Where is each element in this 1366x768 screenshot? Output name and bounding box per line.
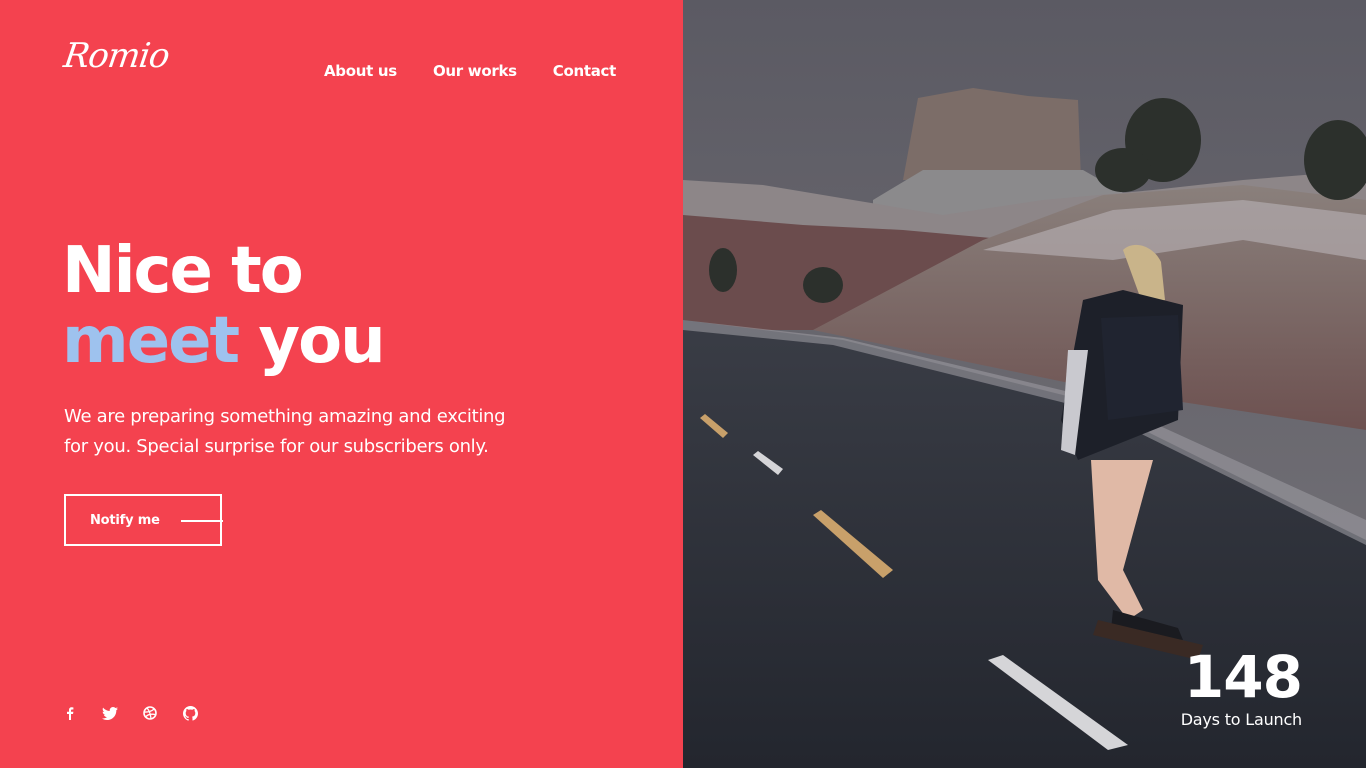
- nav-our-works[interactable]: Our works: [433, 62, 517, 80]
- brand-logo[interactable]: Romio: [61, 36, 171, 76]
- hero-photo: 148 Days to Launch: [683, 0, 1366, 768]
- main-nav: About us Our works Contact: [324, 62, 616, 80]
- hero-description: We are preparing something amazing and e…: [64, 406, 506, 457]
- facebook-icon[interactable]: [62, 705, 78, 721]
- headline-line-1: Nice to: [62, 234, 304, 308]
- twitter-icon[interactable]: [102, 705, 118, 721]
- countdown-label: Days to Launch: [1180, 710, 1303, 729]
- countdown: 148 Days to Launch: [1180, 643, 1303, 729]
- github-icon[interactable]: [182, 705, 198, 721]
- arrow-line-icon: [181, 520, 223, 522]
- headline-accent-word: meet: [62, 304, 240, 378]
- headline-line-2: meet you: [62, 304, 386, 378]
- social-links: [62, 705, 198, 721]
- left-panel: Romio About us Our works Contact Nice to…: [0, 0, 683, 768]
- dribbble-icon[interactable]: [142, 705, 158, 721]
- headline-line-2-rest: you: [238, 304, 385, 378]
- nav-contact[interactable]: Contact: [553, 62, 617, 80]
- notify-me-button[interactable]: Notify me: [64, 494, 223, 546]
- notify-me-label: Notify me: [90, 512, 160, 528]
- hero-headline: Nice to meet you: [62, 234, 386, 378]
- countdown-days: 148: [1183, 643, 1303, 711]
- nav-about-us[interactable]: About us: [324, 62, 397, 80]
